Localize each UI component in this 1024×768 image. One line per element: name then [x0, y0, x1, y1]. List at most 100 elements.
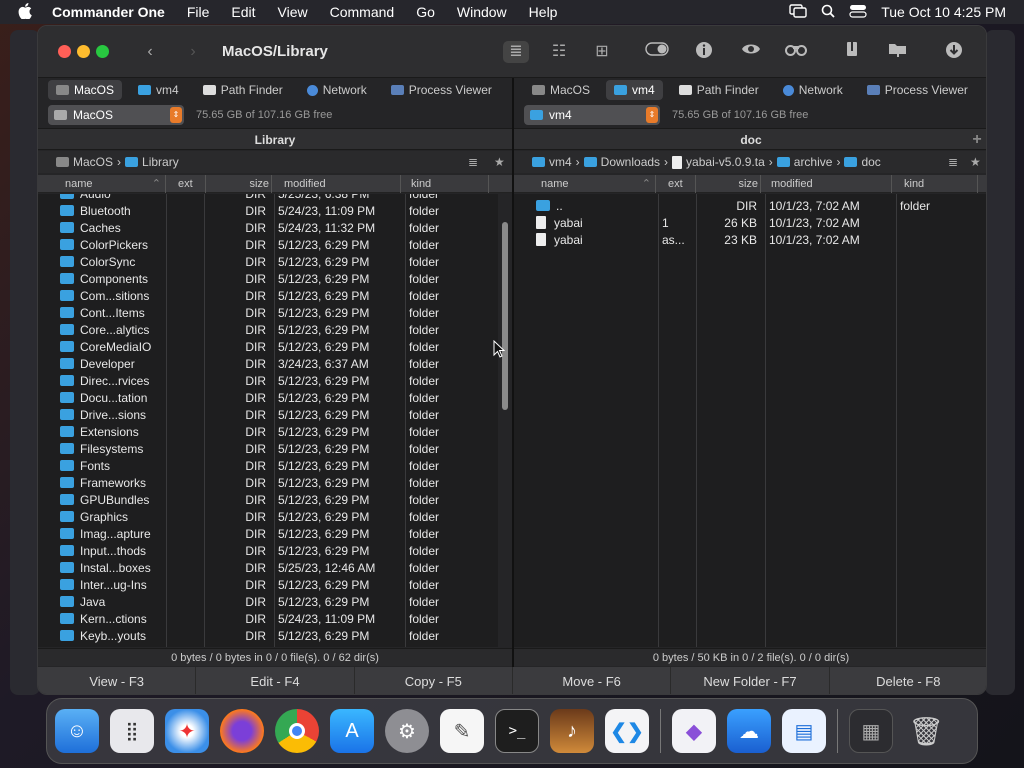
menu-edit[interactable]: Edit [231, 4, 255, 20]
favorites-star-icon[interactable]: ★ [494, 155, 505, 169]
left-tab-process-viewer[interactable]: Process Viewer [383, 80, 500, 100]
col-kind[interactable]: kind [892, 175, 978, 193]
list-item[interactable]: Drive...sions DIR 5/12/23, 6:29 PM folder [38, 407, 498, 424]
crumb-vm4[interactable]: vm4 [549, 155, 572, 169]
preview-eye-icon[interactable] [739, 41, 763, 63]
list-item[interactable]: Cont...Items DIR 5/12/23, 6:29 PM folder [38, 305, 498, 322]
list-item[interactable]: Inter...ug-Ins DIR 5/12/23, 6:29 PM folder [38, 577, 498, 594]
vscode-icon[interactable]: ❮❯ [605, 709, 649, 753]
add-tab-icon[interactable]: + [966, 129, 986, 151]
menubar-clock[interactable]: Tue Oct 10 4:25 PM [881, 4, 1006, 20]
crumb-yabai[interactable]: yabai-v5.0.9.ta [686, 155, 765, 169]
list-item[interactable]: yabai as... 23 KB 10/1/23, 7:02 AM [514, 232, 986, 249]
crumb-macos[interactable]: MacOS [73, 155, 113, 169]
find-binoculars-icon[interactable] [784, 41, 808, 63]
right-tab-vm4[interactable]: vm4 [606, 80, 663, 100]
list-item[interactable]: .. DIR 10/1/23, 7:02 AM folder [514, 198, 986, 215]
list-item[interactable]: Developer DIR 3/24/23, 6:37 AM folder [38, 356, 498, 373]
delete-f8-button[interactable]: Delete - F8 [830, 667, 986, 694]
list-menu-icon[interactable]: ≣ [944, 155, 959, 169]
apple-icon[interactable] [18, 2, 34, 22]
garageband-icon[interactable]: ♪ [550, 709, 594, 753]
move-f6-button[interactable]: Move - F6 [513, 667, 672, 694]
firefox-icon[interactable] [220, 709, 264, 753]
right-tab-macos[interactable]: MacOS [524, 80, 598, 100]
col-size[interactable]: size [696, 175, 761, 193]
chrome-icon[interactable] [275, 709, 319, 753]
list-item[interactable]: Kern...ctions DIR 5/24/23, 11:09 PM folder [38, 611, 498, 628]
screen-mirroring-icon[interactable] [789, 3, 807, 21]
col-name[interactable]: name ⌃ [514, 175, 656, 193]
minimize-button[interactable] [77, 45, 90, 58]
edit-f4-button[interactable]: Edit - F4 [196, 667, 355, 694]
control-center-icon[interactable] [849, 4, 867, 21]
detail-view-icon[interactable]: ☷ [547, 41, 571, 63]
left-file-list[interactable]: Audio DIR 5/25/23, 6:38 PM folder Bluetooth D… [38, 194, 498, 647]
list-item[interactable]: Imag...apture DIR 5/12/23, 6:29 PM folder [38, 526, 498, 543]
search-icon[interactable] [821, 4, 835, 21]
zoom-button[interactable] [96, 45, 109, 58]
finder-icon[interactable]: ☺ [55, 709, 99, 753]
col-ext[interactable]: ext [166, 175, 206, 193]
list-item[interactable]: Fonts DIR 5/12/23, 6:29 PM folder [38, 458, 498, 475]
trash-icon[interactable]: 🗑 [904, 709, 948, 753]
download-icon[interactable] [942, 41, 966, 63]
col-name[interactable]: name ⌃ [38, 175, 166, 193]
list-item[interactable]: ColorPickers DIR 5/12/23, 6:29 PM folder [38, 237, 498, 254]
right-tab-path-finder[interactable]: Path Finder [671, 80, 767, 100]
col-modified[interactable]: modified [272, 175, 401, 193]
menu-command[interactable]: Command [330, 4, 395, 20]
list-item[interactable]: Docu...tation DIR 5/12/23, 6:29 PM folder [38, 390, 498, 407]
left-drive-select[interactable]: MacOS ⇕ [48, 105, 184, 125]
menu-view[interactable]: View [278, 4, 308, 20]
archive-icon[interactable] [840, 41, 864, 63]
system-settings-icon[interactable]: ⚙ [385, 709, 429, 753]
list-menu-icon[interactable]: ≣ [468, 155, 478, 169]
copy-f5-button[interactable]: Copy - F5 [355, 667, 513, 694]
info-icon[interactable] [692, 41, 716, 63]
list-item[interactable]: CoreMediaIO DIR 5/12/23, 6:29 PM folder [38, 339, 498, 356]
app-store-icon[interactable]: A [330, 709, 374, 753]
left-tab-vm4[interactable]: vm4 [130, 80, 187, 100]
view-f3-button[interactable]: View - F3 [38, 667, 197, 694]
list-item[interactable]: Frameworks DIR 5/12/23, 6:29 PM folder [38, 475, 498, 492]
toggle-hidden-icon[interactable] [645, 41, 669, 63]
list-view-icon[interactable]: ≣ [503, 41, 529, 63]
list-item[interactable]: Extensions DIR 5/12/23, 6:29 PM folder [38, 424, 498, 441]
list-item[interactable]: Audio DIR 5/25/23, 6:38 PM folder [38, 194, 498, 203]
list-item[interactable]: GPUBundles DIR 5/12/23, 6:29 PM folder [38, 492, 498, 509]
crumb-archive[interactable]: archive [794, 155, 833, 169]
crumb-doc[interactable]: doc [861, 155, 880, 169]
col-kind[interactable]: kind [401, 175, 489, 193]
crumb-library[interactable]: Library [142, 155, 179, 169]
app-menu[interactable]: Commander One [52, 4, 165, 20]
left-tab-path-finder[interactable]: Path Finder [195, 80, 291, 100]
list-item[interactable]: Core...alytics DIR 5/12/23, 6:29 PM folder [38, 322, 498, 339]
list-item[interactable]: Graphics DIR 5/12/23, 6:29 PM folder [38, 509, 498, 526]
safari-icon[interactable]: ✦ [165, 709, 209, 753]
left-tab-network[interactable]: Network [299, 80, 375, 100]
grid-view-icon[interactable]: ⊞ [590, 41, 614, 63]
col-modified[interactable]: modified [761, 175, 892, 193]
forward-chevron-icon[interactable]: › [181, 41, 205, 63]
menu-window[interactable]: Window [457, 4, 507, 20]
col-size[interactable]: size [206, 175, 272, 193]
menu-file[interactable]: File [187, 4, 210, 20]
list-item[interactable]: Input...thods DIR 5/12/23, 6:29 PM folder [38, 543, 498, 560]
visual-studio-icon[interactable]: ◆ [672, 709, 716, 753]
list-item[interactable]: Direc...rvices DIR 5/12/23, 6:29 PM folder [38, 373, 498, 390]
left-scrollbar[interactable] [502, 222, 508, 410]
list-item[interactable]: Instal...boxes DIR 5/25/23, 12:46 AM folder [38, 560, 498, 577]
list-item[interactable]: ColorSync DIR 5/12/23, 6:29 PM folder [38, 254, 498, 271]
screenshot-icon[interactable]: ▦ [849, 709, 893, 753]
list-item[interactable]: Com...sitions DIR 5/12/23, 6:29 PM folder [38, 288, 498, 305]
new-folder-f7-button[interactable]: New Folder - F7 [671, 667, 830, 694]
back-chevron-icon[interactable]: ‹ [138, 41, 162, 63]
list-item[interactable]: Filesystems DIR 5/12/23, 6:29 PM folder [38, 441, 498, 458]
list-item[interactable]: Java DIR 5/12/23, 6:29 PM folder [38, 594, 498, 611]
right-tab-network[interactable]: Network [775, 80, 851, 100]
right-tab-process-viewer[interactable]: Process Viewer [859, 80, 976, 100]
right-drive-select[interactable]: vm4 ⇕ [524, 105, 660, 125]
launchpad-icon[interactable]: ⣿ [110, 709, 154, 753]
menu-help[interactable]: Help [529, 4, 558, 20]
